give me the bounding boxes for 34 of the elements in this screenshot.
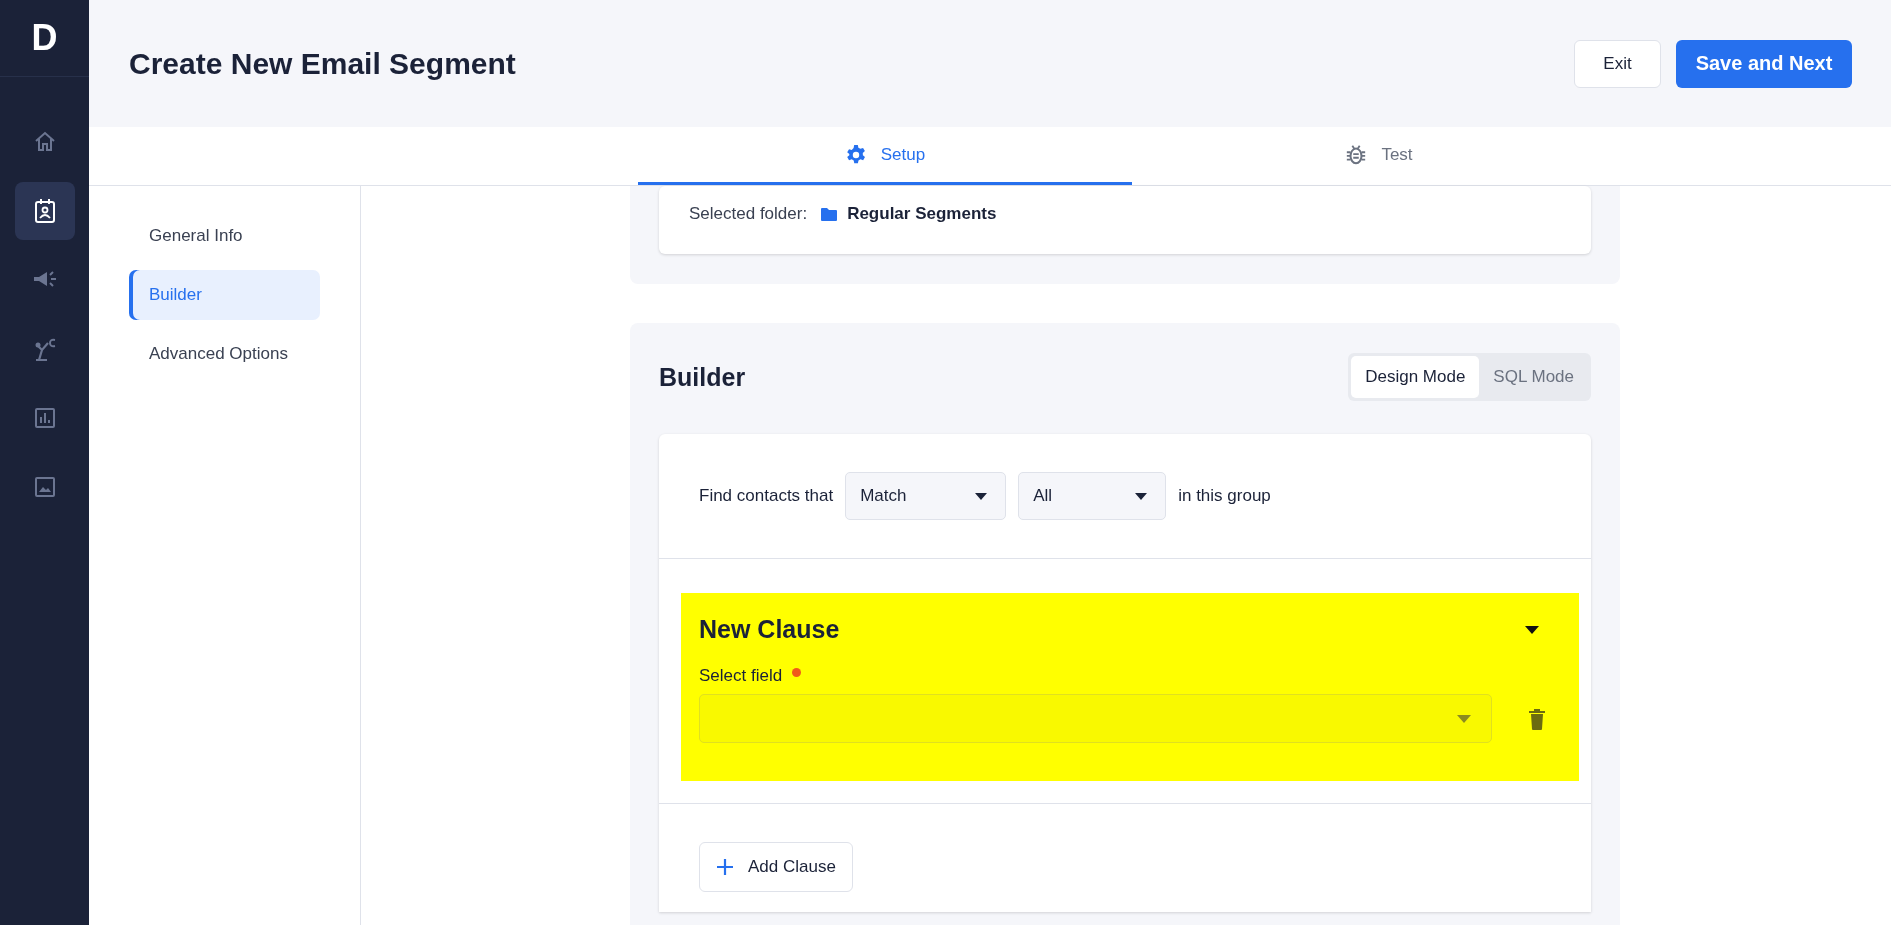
save-button[interactable]: Save and Next bbox=[1676, 39, 1852, 88]
clause-title: New Clause bbox=[699, 615, 840, 644]
step-item[interactable]: General Info bbox=[129, 211, 320, 261]
step-item[interactable]: Builder bbox=[129, 270, 320, 320]
mode-button[interactable]: Design Mode bbox=[1351, 356, 1480, 398]
field-dropdown[interactable] bbox=[699, 694, 1492, 743]
folder-icon bbox=[821, 207, 838, 221]
logo: D bbox=[31, 17, 58, 59]
folder-name: Regular Segments bbox=[847, 204, 997, 224]
trash-icon[interactable] bbox=[1528, 707, 1546, 730]
folder-label: Selected folder: bbox=[689, 204, 808, 224]
bug-icon bbox=[1345, 143, 1368, 166]
dropdown[interactable]: All bbox=[1018, 472, 1167, 520]
page-title: Create New Email Segment bbox=[129, 46, 516, 81]
tab[interactable]: Test bbox=[1132, 127, 1626, 185]
caret-icon bbox=[1135, 492, 1148, 500]
exit-button[interactable]: Exit bbox=[1574, 39, 1661, 88]
settings-icon bbox=[844, 143, 867, 166]
contact-nav-button[interactable] bbox=[14, 182, 75, 240]
caret-icon[interactable] bbox=[1525, 625, 1539, 634]
section-title: Builder bbox=[659, 362, 746, 392]
mode-button[interactable]: SQL Mode bbox=[1479, 356, 1588, 398]
field-label: Select field bbox=[699, 666, 783, 686]
step-item[interactable]: Advanced Options bbox=[129, 329, 320, 379]
plus-icon bbox=[716, 858, 734, 876]
match-label: in this group bbox=[1178, 486, 1271, 506]
dropdown[interactable]: Match bbox=[845, 472, 1007, 520]
caret-icon bbox=[975, 492, 988, 500]
image-icon bbox=[32, 475, 57, 499]
add-clause-button[interactable]: Add Clause bbox=[699, 842, 853, 892]
contact-card-icon bbox=[32, 198, 57, 224]
match-label: Find contacts that bbox=[699, 486, 834, 506]
bar-chart-icon bbox=[32, 406, 57, 430]
caret-icon bbox=[1457, 714, 1471, 723]
